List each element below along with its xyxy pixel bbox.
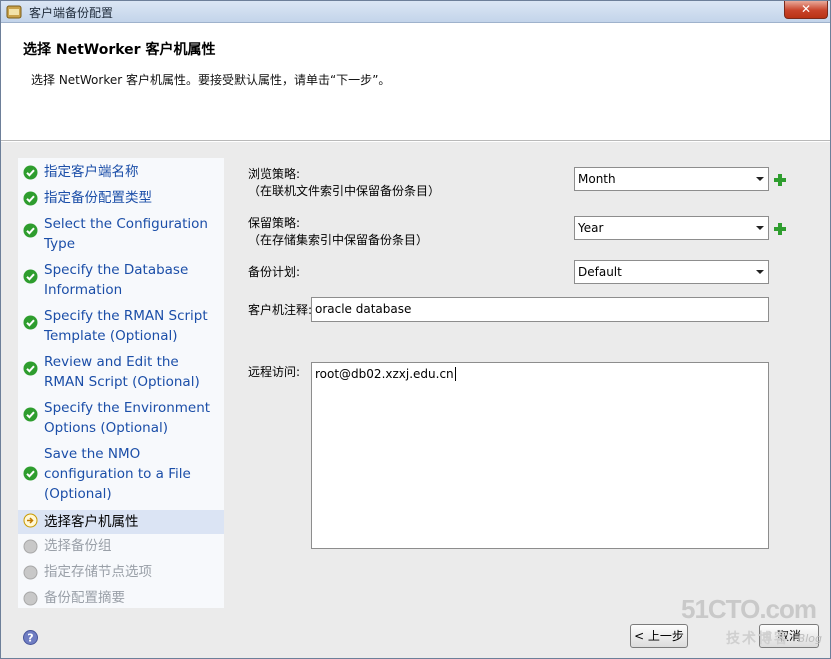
step-specify-environment-options[interactable]: Specify the Environment Options (Optiona… (18, 398, 224, 442)
retention-policy-label: 保留策略: (248, 216, 301, 230)
page-header: 选择 NetWorker 客户机属性 选择 NetWorker 客户机属性。要接… (1, 23, 830, 141)
step-select-backup-group[interactable]: 选择备份组 (18, 536, 224, 560)
schedule-select[interactable]: Default (574, 260, 769, 284)
chevron-down-icon (756, 226, 764, 230)
checkmark-icon (23, 361, 38, 376)
step-label: Specify the Database Information (44, 262, 189, 298)
remote-access-value: root@db02.xzxj.edu.cn (315, 367, 454, 381)
watermark-blog: Blog (797, 632, 822, 645)
pending-step-icon (23, 565, 38, 580)
step-label: Specify the Environment Options (Optiona… (44, 400, 211, 436)
watermark-tagline: 技术博客 (726, 631, 790, 647)
checkmark-icon (23, 191, 38, 206)
current-step-icon (23, 513, 38, 528)
step-label: Specify the RMAN Script Template (Option… (44, 308, 208, 344)
checkmark-icon (23, 269, 38, 284)
step-label: 指定备份配置类型 (44, 190, 152, 206)
chevron-down-icon (756, 177, 764, 181)
step-specify-database-information[interactable]: Specify the Database Information (18, 260, 224, 304)
checkmark-icon (23, 223, 38, 238)
app-icon (6, 5, 22, 19)
client-comment-label: 客户机注释: (248, 303, 313, 317)
page-description: 选择 NetWorker 客户机属性。要接受默认属性，请单击“下一步”。 (31, 73, 391, 87)
step-review-rman-script[interactable]: Review and Edit the RMAN Script (Optiona… (18, 352, 224, 396)
checkmark-icon (23, 315, 38, 330)
retention-policy-value: Year (578, 221, 604, 235)
help-icon[interactable]: ? (23, 630, 38, 645)
remote-access-textarea[interactable]: root@db02.xzxj.edu.cn (311, 362, 769, 549)
window-title: 客户端备份配置 (29, 6, 114, 20)
checkmark-icon (23, 165, 38, 180)
step-label: Review and Edit the RMAN Script (Optiona… (44, 354, 200, 390)
close-button[interactable]: ✕ (784, 1, 828, 19)
retention-policy-sublabel: （在存储集索引中保留备份条目） (248, 233, 429, 247)
backup-config-window: 客户端备份配置 ✕ 选择 NetWorker 客户机属性 选择 NetWorke… (0, 0, 831, 659)
wizard-body: 指定客户端名称 指定备份配置类型 Select the Configuratio… (1, 142, 830, 658)
pending-step-icon (23, 591, 38, 606)
browse-policy-value: Month (578, 172, 616, 186)
add-icon[interactable] (773, 173, 787, 187)
step-label: 指定存储节点选项 (44, 564, 152, 580)
svg-text:?: ? (27, 632, 33, 645)
step-select-client-properties[interactable]: 选择客户机属性 (18, 510, 224, 534)
chevron-down-icon (756, 270, 764, 274)
step-label: 备份配置摘要 (44, 590, 125, 606)
checkmark-icon (23, 407, 38, 422)
step-label: 选择客户机属性 (44, 514, 139, 530)
add-icon[interactable] (773, 222, 787, 236)
step-label: Save the NMO configuration to a File (Op… (44, 446, 191, 502)
steps-panel: 指定客户端名称 指定备份配置类型 Select the Configuratio… (18, 158, 224, 608)
step-specify-storage-node[interactable]: 指定存储节点选项 (18, 562, 224, 586)
step-label: 指定客户端名称 (44, 164, 139, 180)
schedule-value: Default (578, 265, 622, 279)
browse-policy-label: 浏览策略: (248, 167, 301, 181)
page-title: 选择 NetWorker 客户机属性 (23, 42, 216, 58)
site-watermark: 51CTO.com 技术博客 Blog (679, 594, 824, 652)
step-specify-client-name[interactable]: 指定客户端名称 (18, 162, 224, 186)
checkmark-icon (23, 466, 38, 481)
client-comment-field[interactable]: oracle database (311, 297, 769, 322)
watermark-site: 51CTO.com (680, 594, 817, 624)
step-specify-rman-script-template[interactable]: Specify the RMAN Script Template (Option… (18, 306, 224, 350)
step-label: 选择备份组 (44, 538, 112, 554)
browse-policy-select[interactable]: Month (574, 167, 769, 191)
step-specify-backup-type[interactable]: 指定备份配置类型 (18, 188, 224, 212)
text-caret (454, 367, 456, 381)
schedule-label: 备份计划: (248, 265, 301, 279)
browse-policy-sublabel: （在联机文件索引中保留备份条目） (248, 184, 441, 198)
step-backup-summary[interactable]: 备份配置摘要 (18, 588, 224, 612)
retention-policy-select[interactable]: Year (574, 216, 769, 240)
pending-step-icon (23, 539, 38, 554)
title-bar: 客户端备份配置 ✕ (1, 1, 830, 23)
step-save-nmo-configuration[interactable]: Save the NMO configuration to a File (Op… (18, 444, 224, 508)
step-select-configuration-type[interactable]: Select the Configuration Type (18, 214, 224, 258)
remote-access-label: 远程访问: (248, 365, 301, 379)
step-label: Select the Configuration Type (44, 216, 208, 252)
